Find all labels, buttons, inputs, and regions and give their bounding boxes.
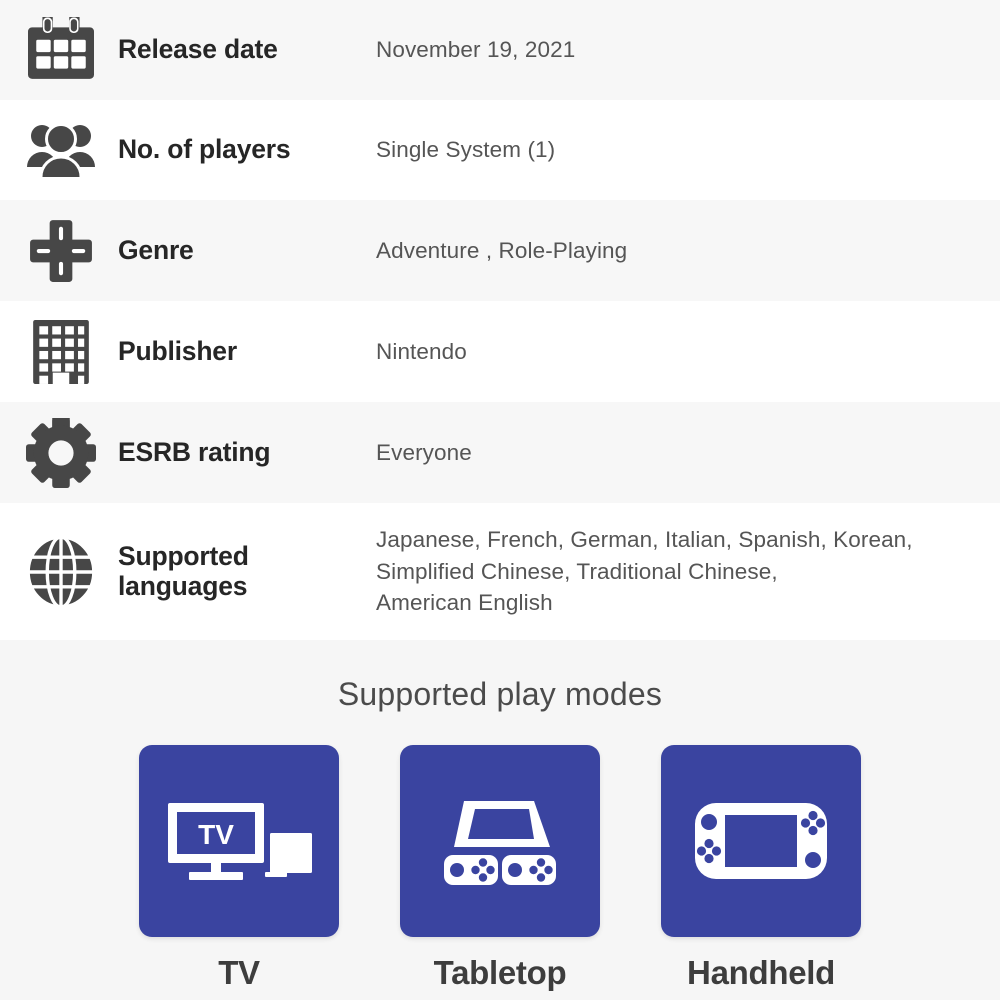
play-mode-tabletop[interactable]: Tabletop [400,745,600,992]
spec-value: November 19, 2021 [376,37,576,63]
game-details-panel: Release date November 19, 2021 No. of pl… [0,0,1000,1000]
play-mode-card[interactable] [400,745,600,937]
table-row: Genre Adventure , Role-Playing [0,200,1000,301]
spec-label: No. of players [118,134,291,165]
spec-label: Genre [118,234,194,265]
table-row: ESRB rating Everyone [0,402,1000,503]
spec-label: Release date [118,34,278,65]
spec-value: Nintendo [376,338,467,364]
play-mode-card[interactable] [661,745,861,937]
play-mode-card[interactable]: TV [139,745,339,937]
spec-value-line-1: Japanese, French, German, Italian, Spani… [376,526,913,552]
spec-value: Japanese, French, German, Italian, Spani… [376,524,1000,620]
spec-value: Single System (1) [376,137,556,163]
spec-value-line-3: American English [376,590,553,616]
table-row: Publisher Nintendo [0,301,1000,402]
play-mode-handheld[interactable]: Handheld [661,745,861,992]
spec-label-line-1: Supported [118,540,249,571]
table-row: No. of players Single System (1) [0,100,1000,200]
spec-label: Publisher [118,335,237,366]
play-mode-list: TV TV Tabletop Handheld [139,745,861,992]
section-title: Supported play modes [337,676,663,712]
building-icon [0,319,118,385]
play-mode-label: Tabletop [433,954,567,991]
spec-value: Everyone [376,439,472,465]
spec-value: Adventure , Role-Playing [376,237,628,263]
spec-label: ESRB rating [118,436,271,467]
calendar-icon [0,17,118,83]
table-row: Supported languages Japanese, French, Ge… [0,503,1000,640]
svg-text:TV: TV [198,819,234,850]
tv-dock-icon: TV [168,803,312,880]
dpad-icon [0,218,118,284]
spec-table: Release date November 19, 2021 No. of pl… [0,0,1000,640]
play-mode-label: TV [218,954,260,991]
spec-label-line-2: languages [118,570,248,601]
handheld-console-icon [695,803,827,879]
play-mode-label: Handheld [687,954,835,991]
spec-value-line-2: Simplified Chinese, Traditional Chinese, [376,558,778,584]
supported-play-modes-section: Supported play modes TV TV Tabletop Hand… [0,640,1000,1000]
players-group-icon [0,119,118,181]
tabletop-console-icon [444,801,556,885]
gear-icon [0,417,118,488]
table-row: Release date November 19, 2021 [0,0,1000,100]
spec-label: Supported languages [118,540,376,601]
globe-icon [0,535,118,608]
play-mode-tv[interactable]: TV TV [139,745,339,992]
